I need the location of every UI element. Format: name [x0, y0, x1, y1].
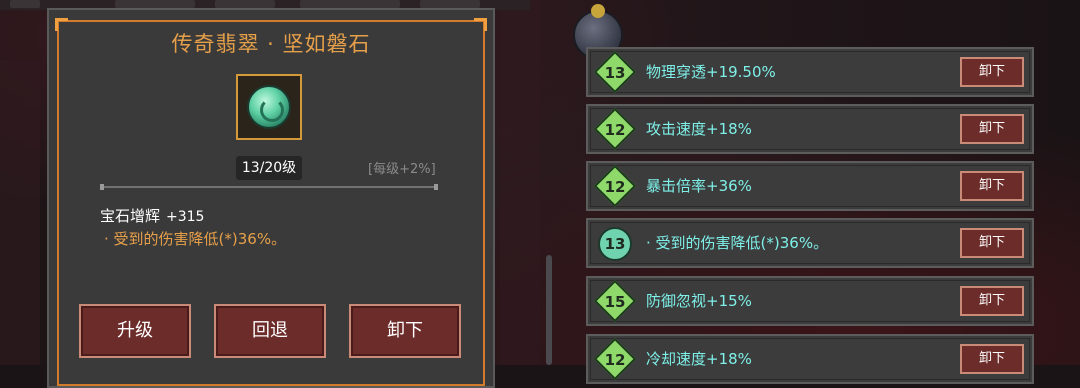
background-stripe [500, 0, 540, 365]
upgrade-button[interactable]: 升级 [79, 304, 191, 358]
unequip-button[interactable]: 卸下 [960, 57, 1024, 87]
per-level-bonus: [每级+2%] [368, 162, 436, 177]
gem-slot-text: 防御忽视+15% [646, 292, 752, 310]
divider [100, 184, 438, 190]
list-scrollbar[interactable] [546, 255, 552, 365]
gem-slot-row: 15 防御忽视+15% 卸下 [586, 276, 1034, 326]
gem-slot-row: 12 冷却速度+18% 卸下 [586, 334, 1034, 384]
gem-level-number: 12 [604, 121, 626, 139]
gem-level-number: 12 [604, 178, 626, 196]
gem-level-number: 12 [604, 351, 626, 369]
unequip-button[interactable]: 卸下 [960, 344, 1024, 374]
gem-slot-row: 12 攻击速度+18% 卸下 [586, 104, 1034, 154]
gem-slot-row: 13 · 受到的伤害降低(*)36%。 卸下 [586, 218, 1034, 268]
gem-slot-row: 13 物理穿透+19.50% 卸下 [586, 47, 1034, 97]
gem-slot-row: 12 暴击倍率+36% 卸下 [586, 161, 1034, 211]
gem-level-number: 13 [604, 235, 626, 253]
gem-slot-text: 物理穿透+19.50% [646, 63, 776, 81]
gem-level-number: 13 [604, 64, 626, 82]
gem-level: 13/20级 [236, 156, 302, 180]
unequip-button[interactable]: 卸下 [349, 304, 461, 358]
gem-slot-text: 冷却速度+18% [646, 350, 752, 368]
stat-value: +315 [166, 209, 205, 225]
gem-slot-text: 暴击倍率+36% [646, 177, 752, 195]
unequip-button[interactable]: 卸下 [960, 228, 1024, 258]
gem-slot-text: 攻击速度+18% [646, 120, 752, 138]
background-stripe [0, 60, 40, 365]
stat-line: 宝石增辉 +315 [100, 205, 204, 226]
unequip-button[interactable]: 卸下 [960, 286, 1024, 316]
gem-effect: · 受到的伤害降低(*)36%。 [104, 230, 287, 248]
emerald-gem-icon [247, 85, 291, 129]
unequip-button[interactable]: 卸下 [960, 114, 1024, 144]
gem-title: 传奇翡翠 · 坚如磐石 [171, 32, 371, 56]
gem-icon-frame[interactable] [236, 74, 302, 140]
stat-label: 宝石增辉 [100, 207, 161, 225]
revert-button[interactable]: 回退 [214, 304, 326, 358]
gem-slot-text: · 受到的伤害降低(*)36%。 [646, 234, 829, 252]
gem-level-number: 15 [604, 293, 626, 311]
unequip-button[interactable]: 卸下 [960, 171, 1024, 201]
